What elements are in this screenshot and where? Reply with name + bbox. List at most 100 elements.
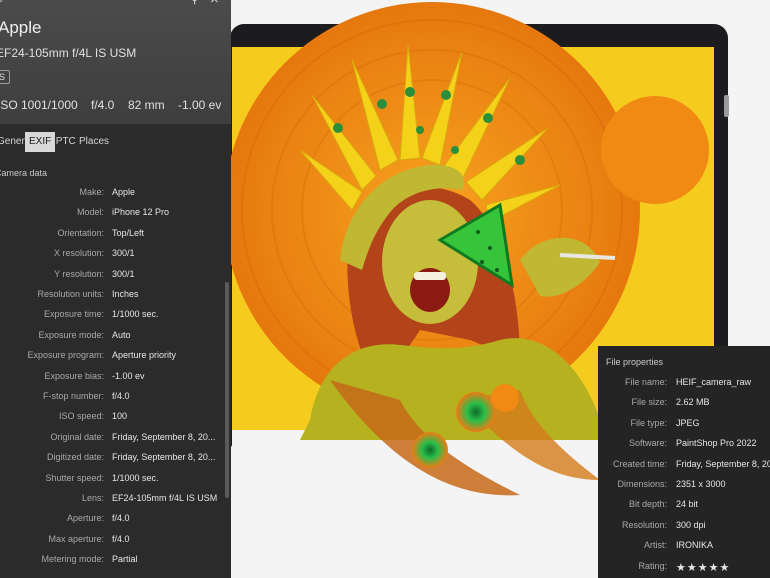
file-property-value: IRONIKA (676, 540, 714, 551)
file-property-row: Resolution: 300 dpi (598, 517, 770, 537)
camera-data-key: Resolution units: (37, 289, 104, 299)
file-property-value: HEIF_camera_raw (676, 377, 752, 387)
stat-shutter: 1/1000 (41, 98, 78, 112)
file-property-row: Dimensions: 2351 x 3000 (598, 476, 770, 496)
file-properties-panel: File properties File name: HEIF_camera_ra… (598, 346, 770, 578)
file-property-row: Rating: ★★★★★ (598, 558, 770, 578)
file-property-row: File size: 2.62 MB (598, 394, 770, 414)
camera-data-value: iPhone 12 Pro (112, 207, 170, 218)
camera-data-row: Exposure mode: Auto (0, 327, 225, 347)
file-property-key: File name: (624, 377, 667, 387)
camera-data-key: Original date: (50, 431, 104, 442)
panel-window-icons[interactable]: ⚲ ✕ (191, 0, 223, 6)
camera-data-row: Exposure time: 1/1000 sec. (0, 306, 225, 326)
file-property-value: 24 bit (676, 499, 699, 510)
file-property-value: 2351 x 3000 (676, 479, 726, 489)
camera-data-value: Partial (112, 554, 138, 565)
camera-data-value: EF24-105mm f/4L IS USM (112, 493, 218, 503)
camera-data-key: Exposure time: (43, 309, 104, 320)
small-sun (601, 96, 709, 204)
camera-data-row: Digitized date: Friday, September 8, 20..… (0, 449, 225, 469)
camera-data-value: f/4.0 (112, 513, 130, 524)
camera-data-value: -1.00 ev (112, 370, 145, 381)
camera-data-row: Model: iPhone 12 Pro (0, 204, 225, 224)
camera-data-key: Aperture: (66, 513, 104, 524)
lens-title: EF24-105mm f/4L IS USM (0, 46, 137, 60)
panel-index: 0 (0, 0, 3, 5)
camera-data-key: ISO speed: (58, 411, 104, 422)
camera-data-value: Friday, September 8, 20... (112, 431, 216, 442)
camera-data-row: Max aperture: f/4.0 (0, 531, 225, 551)
stat-focal-length: 82 mm (128, 98, 165, 112)
file-property-value: 2.62 MB (676, 397, 710, 408)
stat-iso: ISO 100 (0, 98, 42, 112)
camera-make-title: Apple (0, 18, 42, 37)
format-badge: S (0, 70, 10, 84)
file-property-key: File size: (631, 397, 667, 408)
file-property-key: Artist: (643, 540, 667, 551)
file-property-row: Software: PaintShop Pro 2022 (598, 435, 770, 455)
camera-data-key: Shutter speed: (45, 472, 104, 483)
file-properties-title: File properties (606, 357, 664, 367)
camera-data-key: Orientation: (57, 227, 104, 238)
file-property-key: Bit depth: (628, 499, 667, 510)
file-property-row: Bit depth: 24 bit (598, 496, 770, 516)
file-property-key: Dimensions: (617, 479, 667, 489)
file-property-key: Created time: (612, 458, 667, 469)
camera-data-row: X resolution: 300/1 (0, 245, 225, 265)
camera-data-key: Make: (79, 187, 104, 197)
camera-data-row: F-stop number: f/4.0 (0, 388, 225, 408)
camera-data-value: Friday, September 8, 20... (112, 452, 216, 463)
camera-data-key: Exposure program: (27, 350, 104, 361)
camera-data-key: Lens: (81, 493, 104, 503)
file-property-key: Resolution: (621, 519, 667, 530)
section-title-camera-data: Camera data (0, 168, 48, 178)
file-property-row: Artist: IRONIKA (598, 537, 770, 557)
panel-scrollbar[interactable] (225, 282, 229, 498)
file-property-value: JPEG (676, 417, 700, 428)
camera-data-key: F-stop number: (42, 391, 104, 401)
camera-data-value: Apple (112, 187, 136, 197)
camera-data-value: Top/Left (112, 227, 145, 238)
file-property-key: Software: (628, 438, 667, 449)
camera-data-value: 1/1000 sec. (112, 309, 159, 320)
camera-data-row: Aperture: f/4.0 (0, 510, 225, 530)
camera-data-key: Digitized date: (46, 452, 104, 463)
camera-data-row: Orientation: Top/Left (0, 225, 225, 245)
camera-data-value: 300/1 (112, 268, 135, 279)
camera-data-value: 1/1000 sec. (112, 472, 159, 483)
stat-aperture: f/4.0 (91, 98, 115, 112)
camera-data-value: Auto (112, 329, 131, 340)
panel-header: 0 ⚲ ✕ Apple EF24-105mm f/4L IS USM S ISO… (0, 0, 231, 124)
camera-data-row: Exposure program: Aperture priority (0, 347, 225, 367)
camera-data-row: Make: Apple (0, 184, 225, 204)
tab-iptc[interactable]: IPTC (50, 132, 79, 152)
file-property-key: File type: (630, 417, 667, 428)
file-property-value: 300 dpi (676, 519, 706, 530)
camera-data-value: Aperture priority (112, 350, 177, 361)
camera-data-value: Inches (112, 289, 139, 299)
camera-data-key: Exposure bias: (44, 370, 104, 381)
camera-data-value: f/4.0 (112, 391, 130, 401)
panel-topline: 0 ⚲ ✕ (0, 0, 231, 6)
camera-data-key: Y resolution: (54, 268, 104, 279)
tab-places[interactable]: Places (76, 132, 112, 152)
rating-stars[interactable]: ★★★★★ (676, 561, 730, 574)
camera-data-row: Lens: EF24-105mm f/4L IS USM (0, 490, 225, 510)
camera-data-key: Max aperture: (48, 533, 104, 544)
file-property-value: PaintShop Pro 2022 (676, 438, 757, 449)
stats-row: ISO 100 1/1000 f/4.0 82 mm -1.00 ev (0, 98, 227, 114)
camera-data-row: Shutter speed: 1/1000 sec. (0, 470, 225, 490)
file-property-row: File type: JPEG (598, 415, 770, 435)
camera-data-row: Y resolution: 300/1 (0, 266, 225, 286)
exif-panel: 0 ⚲ ✕ Apple EF24-105mm f/4L IS USM S ISO… (0, 0, 231, 578)
camera-data-value: 100 (112, 411, 128, 422)
camera-data-row: Exposure bias: -1.00 ev (0, 368, 225, 388)
camera-data-key: Exposure mode: (38, 329, 104, 340)
camera-data-row: Original date: Friday, September 8, 20... (0, 429, 225, 449)
camera-data-value: f/4.0 (112, 533, 130, 544)
camera-data-row: Metering mode: Partial (0, 551, 225, 571)
camera-data-key: Model: (76, 207, 104, 218)
file-property-key: Rating: (638, 560, 667, 571)
stat-exposure-value: -1.00 ev (178, 98, 222, 112)
